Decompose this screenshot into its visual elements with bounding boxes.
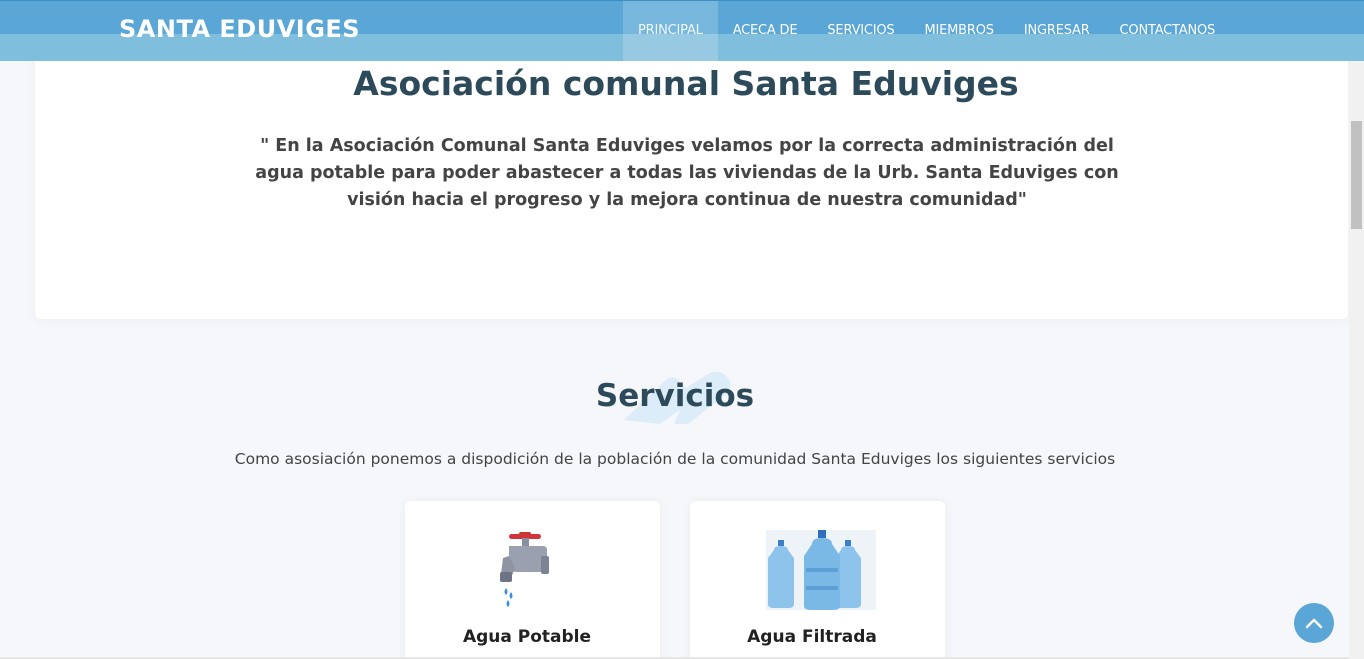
service-title: Agua Filtrada xyxy=(747,627,877,647)
service-card-agua-potable[interactable]: Agua Potable xyxy=(405,501,660,659)
scrollbar-thumb[interactable] xyxy=(1351,121,1362,229)
back-to-top-button[interactable] xyxy=(1294,603,1334,643)
site-logo[interactable]: SANTA EDUVIGES xyxy=(119,15,360,43)
nav-item-principal[interactable]: PRINCIPAL xyxy=(623,1,718,61)
water-faucet-icon xyxy=(500,532,549,607)
service-card-agua-filtrada[interactable]: Agua Filtrada xyxy=(690,501,945,659)
nav-item-acerca-de[interactable]: ACECA DE xyxy=(718,1,813,61)
service-title: Agua Potable xyxy=(462,627,592,647)
nav-item-servicios[interactable]: SERVICIOS xyxy=(812,1,909,61)
water-bottles-icon xyxy=(766,530,876,610)
about-quote: " En la Asociación Comunal Santa Eduvige… xyxy=(255,136,1119,210)
about-title: Asociación comunal Santa Eduviges xyxy=(353,64,1019,103)
services-description: Como asosiación ponemos a dispodición de… xyxy=(234,450,1116,468)
site-header: SANTA EDUVIGES PRINCIPAL ACECA DE SERVIC… xyxy=(0,0,1364,61)
chevron-up-icon xyxy=(1305,618,1323,629)
services-title: Servicios xyxy=(595,378,755,414)
main-nav: PRINCIPAL ACECA DE SERVICIOS MIEMBROS IN… xyxy=(623,1,1230,61)
nav-item-ingresar[interactable]: INGRESAR xyxy=(1009,1,1105,61)
scrollbar-track[interactable] xyxy=(1349,0,1364,659)
nav-item-miembros[interactable]: MIEMBROS xyxy=(910,1,1009,61)
nav-item-contactanos[interactable]: CONTACTANOS xyxy=(1105,1,1231,61)
